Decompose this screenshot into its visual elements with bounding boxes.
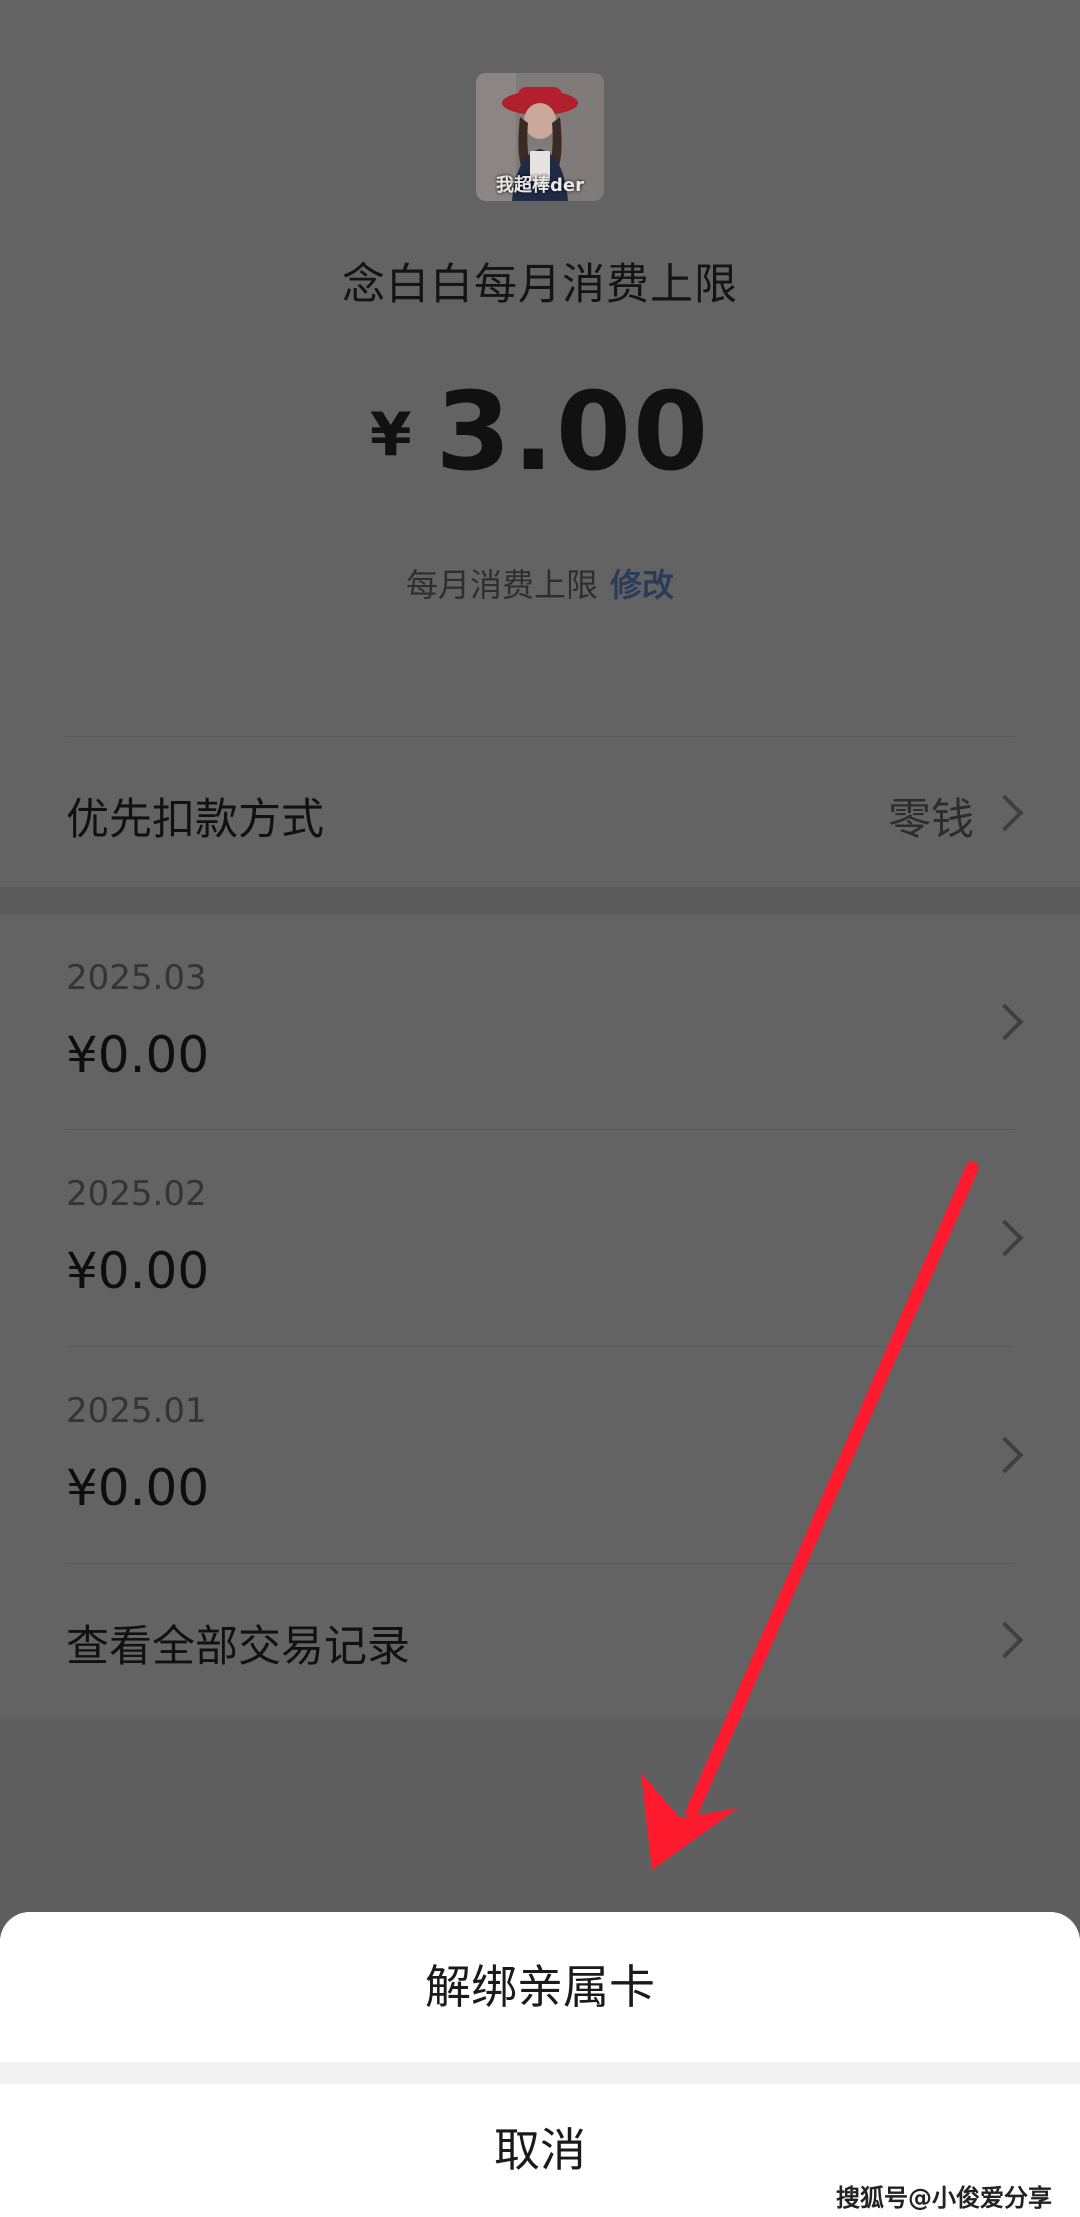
chevron-right-icon xyxy=(986,1621,1024,1659)
edit-limit-link[interactable]: 修改 xyxy=(610,566,674,604)
all-records-label: 查看全部交易记录 xyxy=(66,1622,410,1672)
month-date: 2025.01 xyxy=(66,1391,207,1431)
month-row[interactable]: 2025.03 ¥0.00 xyxy=(0,914,1080,1130)
chevron-right-icon xyxy=(986,1436,1024,1474)
chevron-right-icon xyxy=(986,1003,1024,1041)
month-amount: ¥0.00 xyxy=(66,1026,210,1084)
section-gap xyxy=(0,887,1080,914)
month-date: 2025.03 xyxy=(66,958,207,998)
month-date: 2025.02 xyxy=(66,1174,207,1214)
action-sheet: 解绑亲属卡 取消 xyxy=(0,1912,1080,2217)
amount-value: 3.00 xyxy=(435,370,711,495)
limit-label: 每月消费上限 xyxy=(405,566,598,604)
payment-method-label: 优先扣款方式 xyxy=(66,795,324,845)
monthly-records-list: 2025.03 ¥0.00 2025.02 ¥0.00 2025.01 ¥0.0… xyxy=(0,914,1080,1718)
page-title: 念白白每月消费上限 xyxy=(342,260,738,310)
card-header-section: 我超棒der 念白白每月消费上限 ¥3.00 每月消费上限 修改 优先扣款方式 零… xyxy=(0,0,1080,887)
unbind-card-button[interactable]: 解绑亲属卡 xyxy=(0,1912,1080,2062)
month-row[interactable]: 2025.01 ¥0.00 xyxy=(0,1347,1080,1563)
currency-symbol: ¥ xyxy=(369,400,412,470)
payment-method-value: 零钱 xyxy=(888,795,974,845)
monthly-limit-amount: ¥3.00 xyxy=(0,370,1080,495)
chevron-right-icon xyxy=(986,1219,1024,1257)
month-row[interactable]: 2025.02 ¥0.00 xyxy=(0,1130,1080,1346)
all-records-row[interactable]: 查看全部交易记录 xyxy=(0,1564,1080,1718)
payment-method-row[interactable]: 优先扣款方式 零钱 xyxy=(0,737,1080,887)
watermark: 搜狐号@小俊爱分享 xyxy=(836,2184,1052,2212)
family-card-page: 我超棒der 念白白每月消费上限 ¥3.00 每月消费上限 修改 优先扣款方式 零… xyxy=(0,0,1080,2217)
month-amount: ¥0.00 xyxy=(66,1459,210,1517)
avatar-caption: 我超棒der xyxy=(496,175,584,196)
chevron-right-icon xyxy=(986,794,1024,832)
avatar: 我超棒der xyxy=(476,73,604,201)
month-amount: ¥0.00 xyxy=(66,1242,210,1300)
limit-line: 每月消费上限 修改 xyxy=(0,560,1080,606)
sheet-separator xyxy=(0,2062,1080,2084)
overlay-background xyxy=(0,1718,1080,1918)
